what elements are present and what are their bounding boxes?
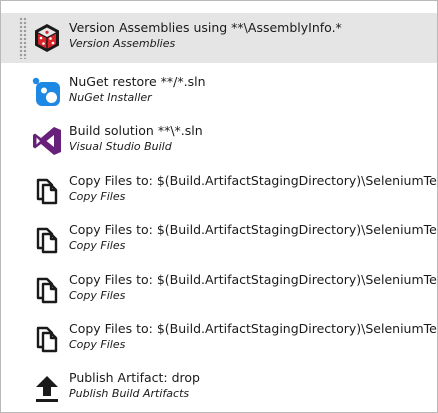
build-steps-panel: Version Assemblies using **\AssemblyInfo… (0, 0, 438, 413)
task-title: Copy Files to: $(Build.ArtifactStagingDi… (69, 272, 438, 287)
task-row-publish-artifact[interactable]: Publish Artifact: drop Publish Build Art… (1, 363, 437, 412)
task-row-copy-files-3[interactable]: Copy Files to: $(Build.ArtifactStagingDi… (1, 265, 437, 315)
task-subtitle: NuGet Installer (69, 91, 152, 104)
task-row-copy-files-2[interactable]: Copy Files to: $(Build.ArtifactStagingDi… (1, 215, 437, 265)
task-row-copy-files-4[interactable]: Copy Files to: $(Build.ArtifactStagingDi… (1, 314, 437, 364)
task-subtitle: Copy Files (69, 190, 126, 203)
copy-files-icon (30, 174, 64, 208)
task-row-version-assemblies[interactable]: Version Assemblies using **\AssemblyInfo… (1, 13, 437, 63)
task-title: Copy Files to: $(Build.ArtifactStagingDi… (69, 222, 438, 237)
upload-arrow-icon (30, 371, 64, 405)
task-subtitle: Version Assemblies (69, 37, 176, 50)
task-title: Version Assemblies using **\AssemblyInfo… (69, 20, 342, 35)
task-subtitle: Visual Studio Build (69, 140, 172, 153)
task-subtitle: Copy Files (69, 289, 126, 302)
task-row-copy-files-1[interactable]: Copy Files to: $(Build.ArtifactStagingDi… (1, 166, 437, 216)
copy-files-icon (30, 322, 64, 356)
task-title: Publish Artifact: drop (69, 370, 200, 385)
copy-files-icon (30, 273, 64, 307)
copy-files-icon (30, 223, 64, 257)
task-row-nuget-restore[interactable]: NuGet restore **/*.sln NuGet Installer (1, 67, 437, 117)
task-subtitle: Copy Files (69, 338, 126, 351)
task-title: Build solution **\*.sln (69, 123, 203, 138)
task-row-build-solution[interactable]: Build solution **\*.sln Visual Studio Bu… (1, 116, 437, 166)
task-subtitle: Copy Files (69, 239, 126, 252)
drag-handle[interactable] (19, 17, 27, 59)
task-title: Copy Files to: $(Build.ArtifactStagingDi… (69, 173, 438, 188)
task-subtitle: Publish Build Artifacts (69, 387, 190, 400)
task-title: Copy Files to: $(Build.ArtifactStagingDi… (69, 321, 438, 336)
task-title: NuGet restore **/*.sln (69, 74, 206, 89)
version-assemblies-icon (30, 21, 64, 55)
nuget-icon (30, 75, 64, 109)
visual-studio-icon (30, 124, 64, 158)
